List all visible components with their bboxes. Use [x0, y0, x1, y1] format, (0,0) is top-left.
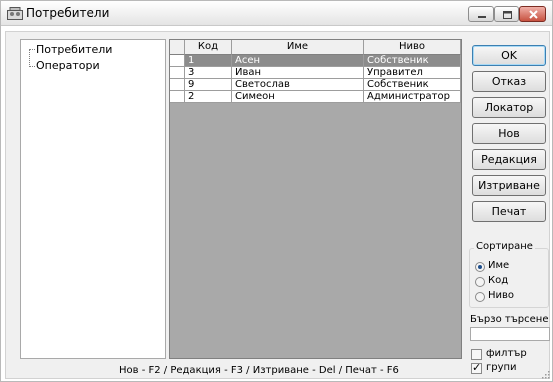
cell-name: Светослав: [232, 79, 364, 91]
users-app-icon: [7, 7, 23, 20]
cell-name: Иван: [232, 67, 364, 79]
close-button[interactable]: [519, 6, 546, 22]
cell-level: Собственик: [364, 79, 461, 91]
sort-by-name-label[interactable]: Име: [488, 260, 509, 271]
new-button[interactable]: Нов: [472, 123, 546, 144]
quick-search-label: Бързо търсене: [470, 314, 549, 325]
tree-connector: [29, 49, 35, 50]
groups-checkbox-label[interactable]: групи: [486, 362, 517, 373]
locator-button[interactable]: Локатор: [472, 97, 546, 118]
tree-connector: [29, 49, 30, 67]
row-selector[interactable]: [170, 91, 185, 103]
row-selector[interactable]: [170, 79, 185, 91]
column-header-level[interactable]: Ниво: [364, 40, 461, 55]
table-row[interactable]: 3 Иван Управител: [170, 67, 461, 79]
sort-by-code-radio[interactable]: [475, 277, 485, 287]
cell-code: 9: [185, 79, 232, 91]
quick-search-input[interactable]: [470, 327, 550, 341]
cell-level: Управител: [364, 67, 461, 79]
table-header: Код Име Ниво: [170, 40, 461, 55]
category-tree[interactable]: Потребители Оператори: [20, 39, 166, 359]
cell-code: 2: [185, 91, 232, 103]
window-title: Потребители: [26, 6, 110, 20]
sort-by-level-radio[interactable]: [475, 292, 485, 302]
groups-checkbox[interactable]: [471, 361, 482, 374]
minimize-icon: [478, 16, 486, 18]
ok-button[interactable]: OK: [472, 45, 546, 66]
resize-grip-icon[interactable]: [541, 370, 550, 379]
maximize-button[interactable]: [494, 6, 519, 22]
sort-by-level-label[interactable]: Ниво: [488, 290, 514, 301]
cell-name: Асен: [232, 55, 364, 67]
users-table[interactable]: Код Име Ниво 1 Асен Собственик 3 Иван Уп…: [169, 39, 462, 359]
title-bar[interactable]: Потребители: [1, 1, 552, 26]
print-button[interactable]: Печат: [472, 201, 546, 222]
column-header-name[interactable]: Име: [232, 40, 364, 55]
delete-button[interactable]: Изтриване: [472, 175, 546, 196]
minimize-button[interactable]: [468, 6, 494, 22]
sort-by-name-radio[interactable]: [475, 262, 485, 272]
edit-button[interactable]: Редакция: [472, 149, 546, 170]
tree-item-users[interactable]: Потребители: [36, 43, 112, 56]
filter-checkbox-label[interactable]: филтър: [486, 348, 527, 359]
sort-group-title: Сортиране: [474, 241, 535, 252]
filter-checkbox[interactable]: [471, 349, 482, 360]
cell-name: Симеон: [232, 91, 364, 103]
column-header-code[interactable]: Код: [185, 40, 232, 55]
row-selector[interactable]: [170, 67, 185, 79]
shortcut-hint: Нов - F2 / Редакция - F3 / Изтриване - D…: [119, 365, 399, 376]
users-window: Потребители Потребители Оператори Код Им…: [0, 0, 553, 382]
cell-level: Собственик: [364, 55, 461, 67]
cancel-button[interactable]: Отказ: [472, 71, 546, 92]
tree-connector: [29, 66, 35, 67]
close-icon: [529, 10, 538, 19]
cell-level: Администратор: [364, 91, 461, 103]
cell-code: 1: [185, 55, 232, 67]
maximize-icon: [503, 11, 512, 19]
row-selector[interactable]: [170, 55, 185, 67]
tree-item-operators[interactable]: Оператори: [36, 59, 100, 72]
header-corner: [170, 40, 185, 55]
table-row[interactable]: 9 Светослав Собственик: [170, 79, 461, 91]
table-row[interactable]: 1 Асен Собственик: [170, 55, 461, 67]
cell-code: 3: [185, 67, 232, 79]
sort-by-code-label[interactable]: Код: [488, 275, 508, 286]
table-row[interactable]: 2 Симеон Администратор: [170, 91, 461, 103]
